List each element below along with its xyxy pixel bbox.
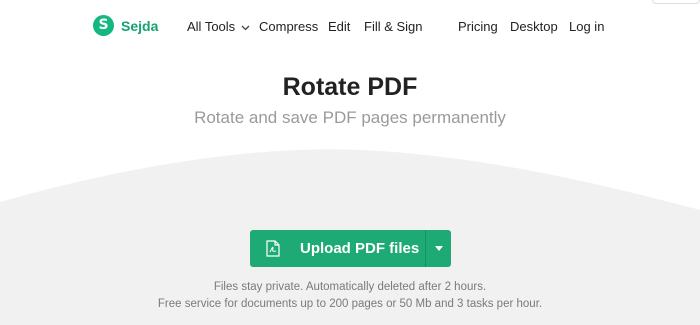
chevron-down-icon: [241, 25, 250, 31]
corner-widget: [652, 0, 700, 4]
pdf-file-icon: [266, 240, 280, 257]
nav-compress[interactable]: Compress: [259, 19, 318, 34]
upload-pdf-button-group: Upload PDF files: [250, 230, 451, 267]
nav-fill-sign[interactable]: Fill & Sign: [364, 19, 423, 34]
upload-pdf-button[interactable]: Upload PDF files: [250, 230, 425, 267]
limits-note: Free service for documents up to 200 pag…: [157, 298, 543, 310]
upload-button-label: Upload PDF files: [300, 240, 420, 257]
page-title: Rotate PDF: [282, 73, 418, 101]
page-subtitle: Rotate and save PDF pages permanently: [194, 108, 506, 127]
logo-text: Sejda: [121, 17, 159, 34]
nav-pricing[interactable]: Pricing: [458, 19, 498, 34]
privacy-note: Files stay private. Automatically delete…: [213, 281, 487, 293]
nav-all-tools[interactable]: All Tools: [187, 19, 250, 34]
sejda-logo[interactable]: S Sejda: [93, 15, 158, 36]
top-navigation-bar: S Sejda All Tools Compress Edit Fill & S…: [0, 0, 700, 52]
logo-mark-icon: S: [93, 15, 114, 36]
nav-login[interactable]: Log in: [569, 19, 604, 34]
caret-down-icon: [434, 246, 443, 251]
nav-desktop[interactable]: Desktop: [510, 19, 558, 34]
nav-edit[interactable]: Edit: [328, 19, 350, 34]
upload-options-dropdown[interactable]: [425, 230, 451, 267]
nav-all-tools-label: All Tools: [187, 19, 236, 34]
